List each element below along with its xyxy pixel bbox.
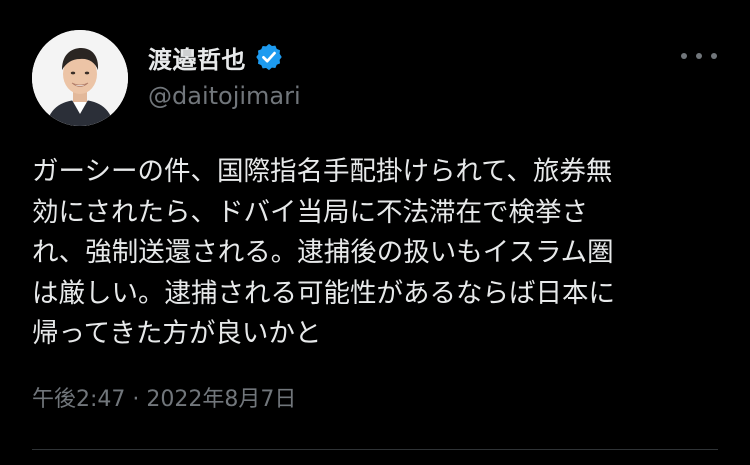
avatar[interactable]	[32, 30, 128, 126]
tweet: 渡邉哲也 @daitojimari ガーシーの件、国際指名手配掛けられて、旅券無…	[0, 0, 750, 465]
tweet-timestamp[interactable]: 午後2:47 · 2022年8月7日	[32, 381, 296, 413]
divider	[32, 449, 718, 450]
more-dots-icon[interactable]	[681, 44, 717, 68]
author-display-name[interactable]: 渡邉哲也	[148, 40, 246, 75]
tweet-text-line: は厳しい。逮捕される可能性があるならば日本に	[32, 277, 615, 309]
tweet-text: ガーシーの件、国際指名手配掛けられて、旅券無 効にされたら、ドバイ当局に不法滞在…	[32, 152, 712, 355]
tweet-text-line: れ、強制送還される。逮捕後の扱いもイスラム圏	[32, 237, 614, 268]
more-dot	[696, 53, 702, 59]
avatar-image	[32, 30, 128, 126]
tweet-text-line: 効にされたら、ドバイ当局に不法滞在で検挙さ	[32, 196, 588, 228]
more-dot	[711, 53, 717, 59]
tweet-text-line: 帰ってきた方が良いかと	[32, 318, 322, 349]
author-handle[interactable]: @daitojimari	[148, 82, 301, 110]
verified-badge-icon	[254, 42, 284, 72]
tweet-text-line: ガーシーの件、国際指名手配掛けられて、旅券無	[32, 156, 613, 187]
author-name-row[interactable]: 渡邉哲也	[148, 38, 284, 76]
more-dot	[681, 53, 687, 59]
